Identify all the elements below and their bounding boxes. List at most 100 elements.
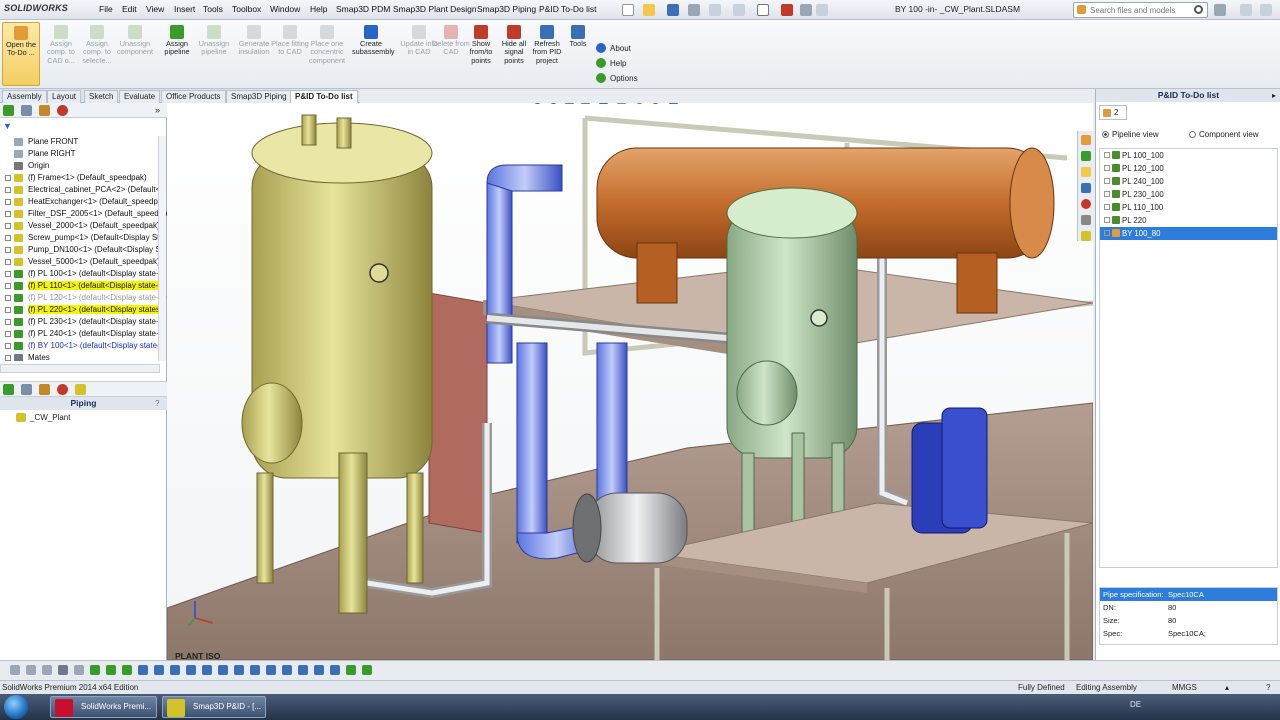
piping-item[interactable]: _CW_Plant [16, 413, 70, 422]
command-tools[interactable]: Tools [566, 22, 590, 86]
filter-icon[interactable]: ▼ [3, 121, 15, 131]
pipeline-list-item[interactable]: PL 100_100 [1100, 149, 1277, 162]
help-status-icon[interactable]: ? [1266, 681, 1270, 694]
expand-toggle-icon[interactable] [5, 211, 11, 217]
selection-filter-icon[interactable] [234, 665, 244, 675]
file-properties-icon[interactable] [800, 4, 812, 16]
menu-insert[interactable]: Insert [174, 4, 195, 14]
property-row[interactable]: Size: 80 [1100, 614, 1277, 627]
command-place-fitting-to-cad[interactable]: Place fitting to CAD [271, 22, 309, 86]
pipeline-list-item[interactable]: PL 240_100 [1100, 175, 1277, 188]
expand-toggle-icon[interactable] [1104, 217, 1110, 223]
hide-show-items-icon[interactable] [635, 103, 644, 104]
expand-toggle-icon[interactable] [1104, 178, 1110, 184]
selection-filter-icon[interactable] [202, 665, 212, 675]
expand-toggle-icon[interactable] [5, 235, 11, 241]
display-manager-icon[interactable] [57, 105, 68, 116]
todo-tab[interactable]: 2 [1099, 105, 1127, 120]
piping-manager-icon[interactable] [75, 384, 86, 395]
expand-toggle-icon[interactable] [5, 295, 11, 301]
selection-filter-icon[interactable] [346, 665, 356, 675]
menu-window[interactable]: Window [270, 4, 300, 14]
selection-filter-icon[interactable] [282, 665, 292, 675]
edit-appearance-icon[interactable] [651, 103, 660, 104]
viewport-close-icon[interactable]: ✕ [1073, 103, 1081, 104]
tree-vertical-scrollbar[interactable] [158, 136, 166, 361]
search-scope-icon[interactable] [1077, 5, 1086, 14]
solidworks-logo[interactable]: SOLIDWORKS [4, 3, 68, 17]
tree-item[interactable]: Electrical_cabinet_PCA<2> (Default< [0, 184, 167, 196]
status-options-icon[interactable]: ▴ [1225, 681, 1229, 694]
design-library-icon[interactable] [1081, 151, 1091, 161]
expand-toggle-icon[interactable] [5, 247, 11, 253]
property-manager-icon[interactable] [21, 105, 32, 116]
configuration-manager-icon[interactable] [39, 384, 50, 395]
selection-filter-icon[interactable] [218, 665, 228, 675]
command-refresh-from-pid-project[interactable]: Refresh from PID project [528, 22, 566, 86]
tree-item[interactable]: (f) PL 120<1> (default<Display state-1>) [0, 292, 167, 304]
command-open-the-to-do[interactable]: Open the To-Do ... [2, 22, 40, 86]
expand-toggle-icon[interactable] [1104, 204, 1110, 210]
options-icon[interactable] [816, 4, 828, 16]
tree-item[interactable]: Vessel_2000<1> (Default_speedpak) [0, 220, 167, 232]
expand-toggle-icon[interactable] [5, 283, 11, 289]
open-folder-icon[interactable] [643, 4, 655, 16]
expand-toggle-icon[interactable] [5, 187, 11, 193]
redo-icon[interactable] [733, 4, 745, 16]
minimize-icon[interactable] [1240, 4, 1252, 16]
tab-office-products[interactable]: Office Products [161, 90, 226, 103]
selection-filter-icon[interactable] [138, 665, 148, 675]
previous-view-icon[interactable] [565, 103, 574, 104]
expand-toggle-icon[interactable] [5, 343, 11, 349]
selection-filter-icon[interactable] [266, 665, 276, 675]
selection-filter-icon[interactable] [74, 665, 84, 675]
expand-toggle-icon[interactable] [5, 331, 11, 337]
selection-filter-icon[interactable] [250, 665, 260, 675]
menu-toolbox[interactable]: Toolbox [232, 4, 261, 14]
expand-toggle-icon[interactable] [5, 199, 11, 205]
search-box[interactable] [1073, 2, 1208, 18]
apply-scene-icon[interactable] [669, 103, 678, 104]
tree-item[interactable]: Plane FRONT [0, 136, 167, 148]
tab-layout[interactable]: Layout [47, 90, 82, 103]
selection-filter-icon[interactable] [10, 665, 20, 675]
expand-toggle-icon[interactable] [1104, 165, 1110, 171]
new-document-icon[interactable] [622, 4, 634, 16]
selection-filter-icon[interactable] [170, 665, 180, 675]
component-view-radio[interactable]: Component view [1189, 130, 1259, 139]
command-assign-comp-to-selecte[interactable]: Assign comp. to selecte... [78, 22, 116, 86]
command-generate-insulation[interactable]: Generate insulation [235, 22, 273, 86]
menu-smap3d-pdm[interactable]: Smap3D PDM [336, 4, 390, 14]
expand-toggle-icon[interactable] [5, 223, 11, 229]
search-input[interactable] [1074, 3, 1184, 17]
menu-p-id-to-do-list[interactable]: P&ID To-Do list [539, 4, 596, 14]
start-button[interactable] [4, 695, 28, 719]
file-explorer-icon[interactable] [1081, 167, 1091, 177]
help-command[interactable]: Help [596, 57, 626, 71]
tab-sketch[interactable]: Sketch [84, 90, 119, 103]
expand-toggle-icon[interactable] [1104, 152, 1110, 158]
selection-filter-icon[interactable] [106, 665, 116, 675]
plant-3d-model[interactable] [167, 103, 1093, 660]
command-assign-comp-to-cad-o[interactable]: Assign comp. to CAD o... [42, 22, 80, 86]
selection-filter-icon[interactable] [90, 665, 100, 675]
taskbar-smap3d-pid[interactable]: Smap3D P&ID - [... [162, 696, 266, 718]
tree-item[interactable]: (f) PL 220<1> (default<Display states [0, 304, 167, 316]
feature-tree-icon[interactable] [3, 384, 14, 395]
property-manager-icon[interactable] [21, 384, 32, 395]
about-command[interactable]: About [596, 42, 631, 56]
tab-smap3d-piping[interactable]: Smap3D Piping [226, 90, 292, 103]
help-icon[interactable] [1214, 4, 1226, 16]
expand-toggle-icon[interactable] [5, 175, 11, 181]
tree-item[interactable]: HeatExchanger<1> (Default_speedpa [0, 196, 167, 208]
graphics-viewport[interactable]: ✕ PLANT ISO [167, 103, 1093, 660]
menu-help[interactable]: Help [310, 4, 327, 14]
unit-system[interactable]: MMGS [1172, 681, 1197, 694]
todo-pane-icon[interactable] [1081, 231, 1091, 241]
property-row[interactable]: DN: 80 [1100, 601, 1277, 614]
options-command[interactable]: Options [596, 72, 638, 86]
menu-smap3d-plant-design[interactable]: Smap3D Plant Design [393, 4, 477, 14]
tree-item[interactable]: (f) PL 100<1> (default<Display state- [0, 268, 167, 280]
search-icon[interactable] [1194, 5, 1203, 14]
rebuild-icon[interactable] [781, 4, 793, 16]
